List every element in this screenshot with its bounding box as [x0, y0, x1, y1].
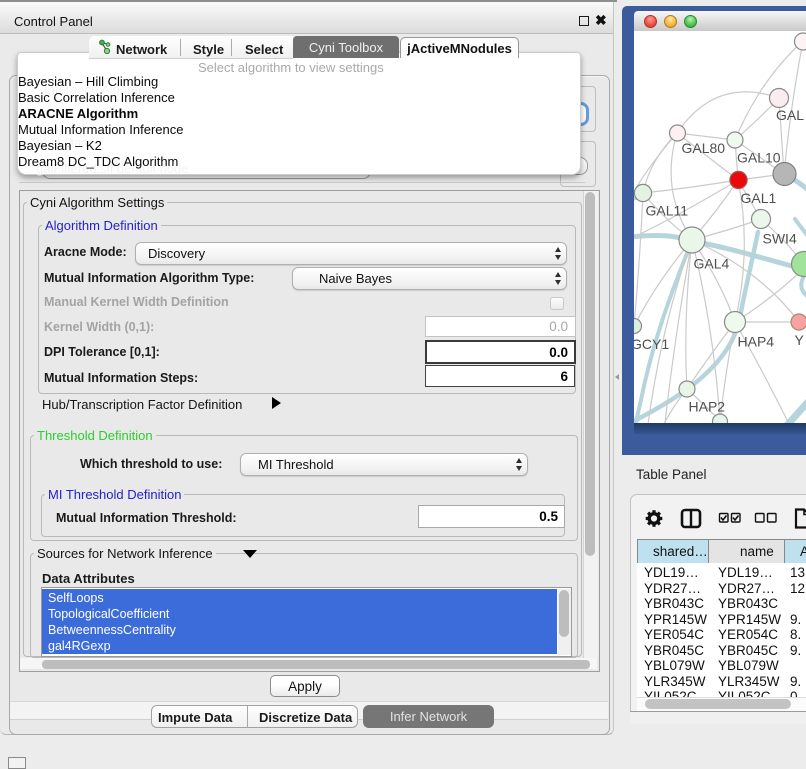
svg-text:GAL: GAL — [776, 107, 804, 123]
svg-text:GCY1: GCY1 — [634, 336, 669, 352]
svg-text:GAL1: GAL1 — [741, 190, 777, 206]
svg-text:HAP4: HAP4 — [738, 334, 775, 350]
svg-text:SWI4: SWI4 — [763, 231, 797, 247]
svg-text:HAP2: HAP2 — [689, 399, 726, 415]
svg-text:Y: Y — [795, 332, 805, 348]
svg-text:GAL10: GAL10 — [737, 150, 781, 166]
svg-text:GAL4: GAL4 — [694, 256, 730, 272]
svg-text:GAL11: GAL11 — [646, 203, 689, 219]
svg-text:GAL80: GAL80 — [682, 140, 726, 156]
